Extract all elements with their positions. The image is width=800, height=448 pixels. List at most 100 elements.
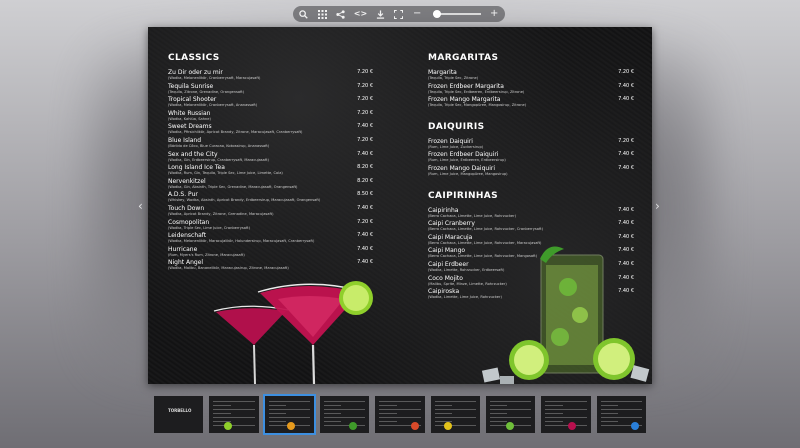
page-thumbnail[interactable] — [375, 396, 425, 433]
menu-item-name: Nervenkitzel — [168, 177, 206, 185]
share-icon[interactable] — [336, 8, 346, 20]
page-thumbnail[interactable] — [262, 394, 316, 435]
menu-item: Tropical Shooter (Wodka, Melonenlikör, Cr… — [168, 96, 373, 110]
page-thumbnail[interactable]: TORBELLO — [154, 396, 204, 433]
fullscreen-icon[interactable] — [394, 8, 404, 20]
menu-item-price: 7.20 € — [357, 69, 373, 75]
menu-item-name: Zu Dir oder zu mir — [168, 69, 223, 76]
menu-item: Caipiroska (Wodka, Limette, Lime Juice, R… — [428, 288, 634, 302]
margaritas-list: Margarita (Tequila, Triple Sec, Zitrone) 7… — [428, 69, 634, 110]
menu-column-right: MARGARITAS Margarita (Tequila, Triple Sec… — [428, 53, 634, 302]
menu-page: CLASSICS Zu Dir oder zu mir (Wodka, Melon… — [148, 27, 652, 384]
menu-item-ingredients: (Wodka, Limette, Rohrzucker, Erdbeersaft… — [428, 267, 505, 272]
zoom-slider-knob[interactable] — [433, 10, 441, 18]
menu-item-price: 7.40 € — [618, 82, 634, 89]
menu-item: Sweet Dreams (Wodka, Pfirsichlikör, Apric… — [168, 123, 373, 137]
page-thumbnail[interactable] — [485, 396, 536, 433]
menu-item-ingredients: (Wodka, Triple Sec, Lime Juice, Cranberr… — [168, 225, 250, 230]
previous-page-arrow-icon[interactable]: ‹ — [138, 200, 143, 212]
menu-item-name: Coco Mojito — [428, 274, 463, 282]
menu-item-price: 7.40 € — [618, 206, 634, 213]
page-thumbnail[interactable] — [430, 396, 480, 433]
menu-item: Tequila Sunrise (Tequila, Zitrone, Grenad… — [168, 83, 373, 97]
menu-item-name: Touch Down — [168, 204, 205, 212]
menu-item-name: Sweet Dreams — [168, 123, 212, 131]
menu-item-price: 7.40 € — [357, 204, 373, 211]
page-thumbnail[interactable] — [596, 396, 646, 433]
menu-item-ingredients: (Rum, Lime Juice, Mangopüree, Mangosirup… — [428, 171, 508, 176]
menu-item: Nervenkitzel (Wodka, Gin, Absinth, Triple… — [168, 178, 373, 192]
menu-item-price: 7.40 € — [618, 288, 634, 295]
menu-item-ingredients: (Wodka, Gin, Erdbeersirup, Cranberrysaft… — [168, 157, 269, 162]
embed-icon[interactable]: <> — [354, 8, 367, 20]
menu-item-ingredients: (Wodka, Melonenlikör, Cranberrysaft, Ana… — [168, 103, 258, 108]
menu-item: Sex and the City (Wodka, Gin, Erdbeersiru… — [168, 151, 373, 165]
menu-item-ingredients: (Tequila, Triple Sec, Erdbeeren, Erdbeer… — [428, 89, 525, 94]
menu-item-price: 7.40 € — [357, 150, 373, 157]
menu-item-price: 7.40 € — [618, 247, 634, 254]
menu-item-ingredients: (Tequila, Triple Sec, Mangopüree, Mangos… — [428, 103, 527, 108]
menu-item-name: Leidenschaft — [168, 232, 207, 240]
menu-item-ingredients: (Wodka, Limette, Lime Juice, Rohrzucker) — [428, 295, 502, 300]
menu-item: Caipirinha (Berro Cachaca, Limette, Lime … — [428, 207, 634, 221]
section-title-classics: CLASSICS — [168, 53, 220, 63]
menu-item-ingredients: (Wodka, Melonenlikör, Maracujalikör, Hol… — [168, 239, 315, 244]
menu-item-price: 7.40 € — [357, 232, 373, 239]
menu-item-name: Caipirinha — [428, 206, 459, 214]
zoom-in-icon[interactable]: + — [490, 8, 500, 20]
menu-item-price: 7.20 € — [357, 109, 373, 116]
menu-item-price: 7.40 € — [618, 274, 634, 281]
menu-item: Caipi Cranberry (Berro Cachaca, Limette, … — [428, 220, 634, 234]
menu-item-name: Caipi Maracuja — [428, 233, 473, 241]
grid-icon[interactable] — [317, 8, 328, 20]
menu-item-name: Tequila Sunrise — [168, 82, 214, 90]
caipirinhas-list: Caipirinha (Berro Cachaca, Limette, Lime … — [428, 207, 634, 302]
menu-item-price: 8.20 € — [357, 177, 373, 184]
menu-item: Cosmopolitan (Wodka, Triple Sec, Lime Jui… — [168, 219, 373, 233]
menu-item-name: Sex and the City — [168, 150, 218, 158]
thumbnail-strip: TORBELLO — [154, 394, 646, 435]
menu-column-left: CLASSICS Zu Dir oder zu mir (Wodka, Melon… — [168, 53, 373, 273]
menu-item-ingredients: (Wodka, Gin, Absinth, Triple Sec, Grenad… — [168, 184, 298, 189]
menu-item: White Russian (Wodka, Kahlúa, Sahne) 7.20 … — [168, 110, 373, 124]
page-thumbnail[interactable] — [209, 396, 259, 433]
menu-item-ingredients: (Rum, Lime Juice, Zuckersirup) — [428, 144, 484, 149]
menu-item: Caipi Mango (Berro Cachaca, Limette, Lime… — [428, 247, 634, 261]
menu-item-name: Caipi Cranberry — [428, 220, 475, 228]
thumbnail-cover-logo: TORBELLO — [168, 408, 192, 413]
viewer-toolbar: <> − + — [293, 6, 505, 22]
menu-item-ingredients: (Tequila, Triple Sec, Zitrone) — [428, 76, 479, 80]
menu-item: Frozen Mango Margarita (Tequila, Triple S… — [428, 96, 634, 110]
next-page-arrow-icon[interactable]: › — [655, 200, 660, 212]
zoom-slider[interactable] — [433, 10, 481, 18]
menu-item: Leidenschaft (Wodka, Melonenlikör, Maracu… — [168, 232, 373, 246]
page-thumbnail[interactable] — [541, 396, 591, 433]
menu-item-ingredients: (Berro Cachaca, Limette, Lime Juice, Roh… — [428, 240, 542, 245]
section-title-caipirinhas: CAIPIRINHAS — [428, 190, 499, 201]
menu-item-price: 7.40 € — [357, 123, 373, 130]
menu-item-price: 7.20 € — [357, 82, 373, 89]
zoom-out-icon[interactable]: − — [413, 8, 423, 20]
menu-item-name: Frozen Erdbeer Margarita — [428, 82, 504, 90]
menu-item-name: Blue Island — [168, 136, 202, 144]
menu-item-ingredients: (Wodka, Melonenlikör, Cranberrysaft, Mar… — [168, 76, 261, 80]
menu-item: Touch Down (Wodka, Apricot Brandy, Zitron… — [168, 205, 373, 219]
search-icon[interactable] — [299, 8, 309, 20]
download-icon[interactable] — [376, 8, 386, 20]
page-thumbnail[interactable] — [319, 396, 370, 433]
menu-item-price: 8.50 € — [357, 191, 373, 198]
section-title-daiquiris: DAIQUIRIS — [428, 121, 485, 132]
menu-item: Zu Dir oder zu mir (Wodka, Melonenlikör, … — [168, 69, 373, 83]
menu-item-ingredients: (Bárlido de Côco, Blue Curacao, Kokossir… — [168, 143, 270, 148]
menu-item-name: A.D.S. Pur — [168, 191, 198, 199]
menu-item-price: 7.20 € — [357, 218, 373, 225]
menu-item-ingredients: (Malibu, Sprite, Minze, Limette, Rohrzuc… — [428, 281, 507, 286]
menu-item-price: 7.40 € — [618, 260, 634, 267]
menu-item-name: Cosmopolitan — [168, 218, 210, 226]
menu-item-name: Long Island Ice Tea — [168, 164, 225, 172]
menu-item-ingredients: (Berro Cachaca, Limette, Lime Juice, Roh… — [428, 213, 517, 218]
menu-item-ingredients: (Wodka, Pfirsichlikör, Apricot Brandy, Z… — [168, 130, 303, 135]
menu-item-price: 8.20 € — [357, 164, 373, 171]
menu-item: Long Island Ice Tea (Wodka, Rum, Gin, Teq… — [168, 164, 373, 178]
menu-item-name: Caipi Erdbeer — [428, 260, 469, 268]
